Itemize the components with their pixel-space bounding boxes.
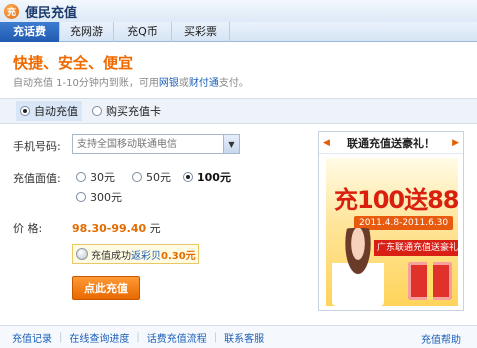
price: 98.30-99.40 元 — [72, 220, 161, 236]
mode-auto-label: 自动充值 — [34, 105, 78, 118]
ad-header: ◀ 联通充值送豪礼！ ▶ — [319, 132, 463, 154]
radio-icon[interactable] — [92, 106, 102, 116]
divider: | — [59, 331, 63, 343]
tab-bar: 充话费 充网游 充Q币 买彩票 — [0, 22, 477, 42]
tab-game-recharge[interactable]: 充网游 — [60, 22, 114, 42]
ad-strip: 广东联通充值送豪礼 — [374, 240, 458, 256]
progress-query-link[interactable]: 在线查询进度 — [69, 330, 129, 345]
divider: | — [136, 331, 140, 343]
tab-phone-recharge[interactable]: 充话费 — [0, 22, 60, 42]
amount-30[interactable]: 30元 — [76, 169, 115, 185]
amount-label: 充值面值: — [13, 172, 61, 185]
prev-arrow-icon[interactable]: ◀ — [323, 138, 330, 148]
radio-icon[interactable] — [76, 192, 86, 202]
cashback-value: 0.30元 — [161, 250, 196, 262]
price-label: 价 格: — [13, 222, 43, 235]
price-unit: 元 — [149, 222, 161, 235]
cashback-badge: 充值成功 返彩贝 0.30元 — [72, 244, 199, 264]
mode-strip: 自动充值 购买充值卡 — [0, 98, 477, 124]
mode-buy-card[interactable]: 购买充值卡 — [92, 103, 161, 119]
ad-banner[interactable]: 充100送88 2011.4.8-2011.6.30 广东联通充值送豪礼 — [326, 158, 458, 306]
divider: | — [213, 331, 218, 343]
mode-auto-recharge[interactable]: 自动充值 — [16, 101, 82, 121]
app-title: 便民充值 — [25, 5, 78, 21]
tab-lottery[interactable]: 买彩票 — [172, 22, 230, 42]
amount-100-label: 100元 — [197, 171, 231, 184]
amount-300-label: 300元 — [90, 191, 122, 204]
phone-label: 手机号码: — [13, 140, 61, 153]
radio-icon[interactable] — [183, 172, 193, 182]
cashback-prefix: 充值成功 — [91, 250, 131, 262]
radio-icon[interactable] — [20, 106, 30, 116]
next-arrow-icon[interactable]: ▶ — [452, 138, 459, 148]
recharge-button[interactable]: 点此充值 — [72, 276, 140, 300]
contact-support-link[interactable]: 联系客服 — [224, 330, 264, 345]
phone-input[interactable] — [72, 134, 240, 154]
title-bar: 充 便民充值 — [0, 0, 477, 22]
amount-50-label: 50元 — [146, 171, 171, 184]
netbank-link[interactable]: 网银 — [159, 78, 179, 89]
footer: 充值记录 | 在线查询进度 | 话费充值流程 | 联系客服 充值帮助 — [0, 325, 477, 348]
price-value: 98.30-99.40 — [72, 222, 147, 235]
coin-icon — [76, 248, 88, 260]
amount-30-label: 30元 — [90, 171, 115, 184]
amount-50[interactable]: 50元 — [132, 169, 171, 185]
headline: 快捷、安全、便宜 — [13, 54, 134, 72]
ad-panel: ◀ 联通充值送豪礼！ ▶ 充100送88 2011.4.8-2011.6.30 … — [318, 131, 464, 311]
radio-icon[interactable] — [132, 172, 142, 182]
subline-suffix: 支付。 — [218, 78, 249, 89]
tenpay-link[interactable]: 财付通 — [189, 78, 219, 89]
help-link[interactable]: 充值帮助 — [421, 331, 461, 346]
radio-icon[interactable] — [76, 172, 86, 182]
ad-promo-text: 充100送88 — [334, 186, 458, 214]
recharge-flow-link[interactable]: 话费充值流程 — [147, 330, 207, 345]
subline-or: 或 — [178, 78, 189, 89]
ad-title: 联通充值送豪礼！ — [347, 136, 435, 150]
subline-prefix: 自动充值 1-10分钟内到账，可用 — [13, 78, 159, 89]
gift-box-icon — [408, 262, 452, 300]
amount-100[interactable]: 100元 — [183, 169, 231, 185]
recharge-history-link[interactable]: 充值记录 — [12, 330, 52, 345]
amount-300[interactable]: 300元 — [76, 189, 122, 205]
app-logo-icon: 充 — [4, 3, 19, 19]
cashback-link[interactable]: 返彩贝 — [131, 247, 161, 262]
subline: 自动充值 1-10分钟内到账，可用网银或财付通支付。 — [13, 74, 249, 89]
mode-buy-label: 购买充值卡 — [106, 105, 161, 118]
tab-qcoin-recharge[interactable]: 充Q币 — [114, 22, 172, 42]
chevron-down-icon[interactable]: ▼ — [223, 135, 239, 153]
